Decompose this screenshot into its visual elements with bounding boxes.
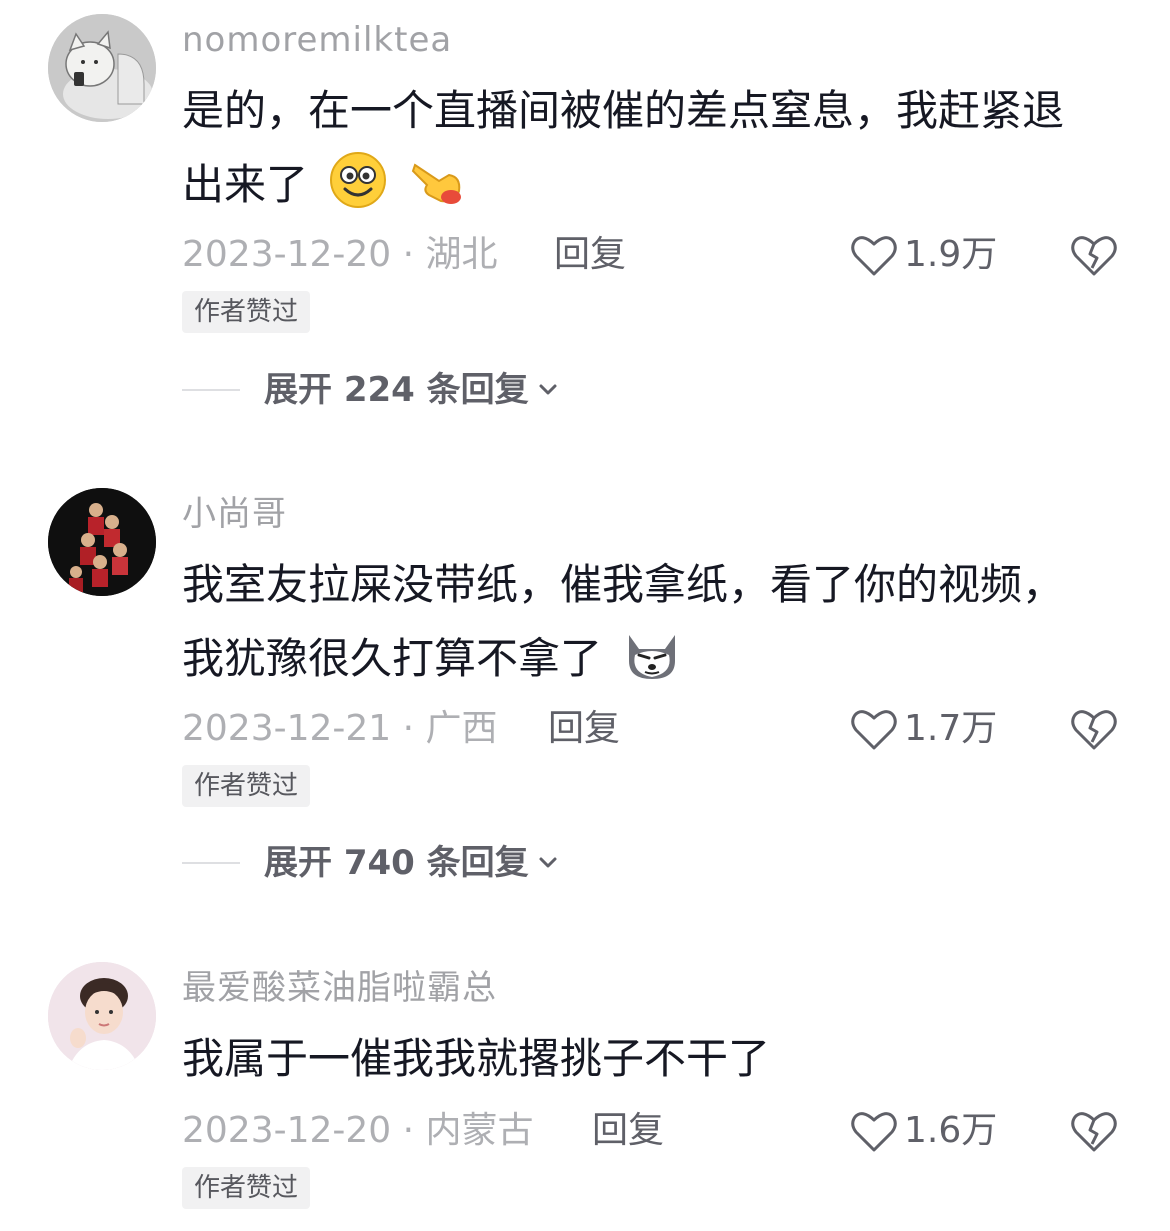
author-liked-badge: 作者赞过 bbox=[182, 1167, 311, 1209]
comment-meta: 2023-12-20 · 内蒙古 回复 1.6万 bbox=[182, 1106, 1142, 1156]
reply-button[interactable]: 回复 bbox=[592, 1106, 664, 1156]
pointing-hand-icon bbox=[411, 163, 461, 204]
username[interactable]: 最爱酸菜油脂啦霸总 bbox=[182, 968, 497, 1008]
avatar-portrait-icon bbox=[48, 962, 156, 1070]
divider bbox=[182, 862, 240, 864]
heart-outline-icon bbox=[851, 236, 897, 276]
divider bbox=[182, 389, 240, 391]
like-count: 1.6万 bbox=[904, 1110, 998, 1151]
avatar-basketball-team-icon bbox=[48, 488, 156, 596]
expand-replies-label: 展开 224 条回复 bbox=[264, 370, 529, 410]
broken-heart-icon[interactable] bbox=[1070, 1108, 1118, 1154]
husky-dog-icon bbox=[629, 635, 676, 679]
reply-button[interactable]: 回复 bbox=[548, 704, 620, 754]
username[interactable]: 小尚哥 bbox=[182, 494, 287, 534]
comment-text: 我室友拉屎没带纸，催我拿纸，看了你的视频， 我犹豫很久打算不拿了 bbox=[182, 548, 1132, 696]
comment-date-location: 2023-12-21 · 广西 bbox=[182, 708, 498, 749]
comment-meta: 2023-12-21 · 广西 回复 1.7万 bbox=[182, 704, 1142, 754]
like-button[interactable]: 1.6万 bbox=[850, 1106, 997, 1156]
comment-date-location: 2023-12-20 · 湖北 bbox=[182, 234, 498, 275]
broken-heart-icon[interactable] bbox=[1070, 232, 1118, 278]
comment-text-line: 我室友拉屎没带纸，催我拿纸，看了你的视频， bbox=[182, 560, 1065, 609]
author-liked-badge: 作者赞过 bbox=[182, 765, 311, 807]
comment-text-line: 是的，在一个直播间被催的差点窒息，我赶紧退 bbox=[182, 86, 1065, 135]
smiling-face-icon bbox=[330, 152, 387, 208]
comment-text-line: 我犹豫很久打算不拿了 bbox=[182, 634, 603, 683]
like-count: 1.7万 bbox=[904, 708, 998, 749]
chevron-down-icon bbox=[539, 384, 557, 395]
avatar[interactable] bbox=[48, 962, 156, 1070]
expand-replies-label: 展开 740 条回复 bbox=[264, 843, 529, 883]
comment-meta: 2023-12-20 · 湖北 回复 1.9万 bbox=[182, 230, 1142, 280]
avatar-cat-illustration-icon bbox=[48, 14, 156, 122]
username[interactable]: nomoremilktea bbox=[182, 20, 452, 60]
avatar[interactable] bbox=[48, 14, 156, 122]
author-liked-badge: 作者赞过 bbox=[182, 291, 311, 333]
like-count: 1.9万 bbox=[904, 234, 998, 275]
comment-text-line: 我属于一催我我就撂挑子不干了 bbox=[182, 1034, 771, 1083]
comment-date-location: 2023-12-20 · 内蒙古 bbox=[182, 1110, 534, 1151]
broken-heart-icon[interactable] bbox=[1070, 706, 1118, 752]
like-button[interactable]: 1.9万 bbox=[850, 230, 997, 280]
heart-outline-icon bbox=[851, 1112, 897, 1152]
comment-text-line: 出来了 bbox=[182, 160, 309, 209]
chevron-down-icon bbox=[539, 857, 557, 868]
expand-replies-button[interactable]: 展开 740 条回复 bbox=[182, 838, 561, 888]
avatar[interactable] bbox=[48, 488, 156, 596]
heart-outline-icon bbox=[851, 710, 897, 750]
like-button[interactable]: 1.7万 bbox=[850, 704, 997, 754]
comment-text: 是的，在一个直播间被催的差点窒息，我赶紧退 出来了 bbox=[182, 74, 1132, 222]
expand-replies-button[interactable]: 展开 224 条回复 bbox=[182, 365, 561, 415]
comment-text: 我属于一催我我就撂挑子不干了 bbox=[182, 1022, 1132, 1096]
reply-button[interactable]: 回复 bbox=[554, 230, 626, 280]
